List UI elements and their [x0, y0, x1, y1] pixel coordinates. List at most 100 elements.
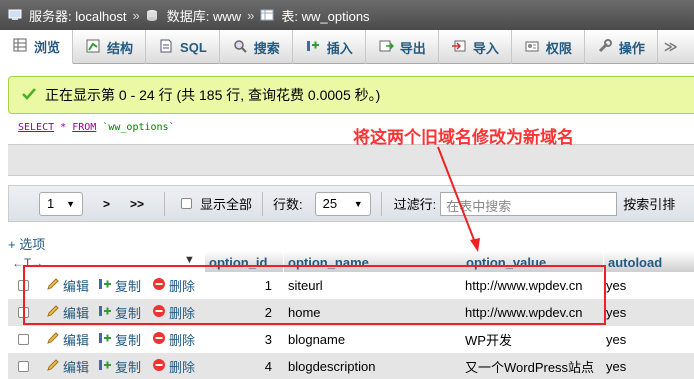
- row-checkbox[interactable]: [18, 361, 29, 372]
- row-checkbox[interactable]: [18, 280, 29, 291]
- delete-icon: [152, 358, 166, 375]
- tab-label: 导出: [399, 40, 426, 56]
- cell-option-id[interactable]: 2: [208, 299, 272, 326]
- breadcrumb-server[interactable]: 服务器: localhost: [29, 6, 127, 25]
- copy-label: 复制: [115, 360, 142, 375]
- success-text: 正在显示第 0 - 24 行 (共 185 行, 查询花费 0.0005 秒。): [45, 87, 381, 103]
- breadcrumb-separator: »: [132, 7, 140, 23]
- search-icon: [232, 38, 248, 57]
- divider: [262, 191, 264, 216]
- filter-label: 过滤行:: [393, 197, 437, 212]
- copy-button[interactable]: 复制: [98, 353, 141, 379]
- cell-autoload[interactable]: yes: [606, 353, 626, 379]
- edit-button[interactable]: 编辑: [46, 272, 89, 299]
- edit-label: 编辑: [63, 279, 90, 294]
- success-message: 正在显示第 0 - 24 行 (共 185 行, 查询花费 0.0005 秒。): [8, 76, 694, 114]
- edit-button[interactable]: 编辑: [46, 299, 89, 326]
- checkmark-icon: [21, 87, 37, 104]
- last-page-button[interactable]: >>: [120, 197, 154, 211]
- tab-operations[interactable]: 操作: [585, 30, 658, 64]
- copy-button[interactable]: 复制: [98, 299, 141, 326]
- edit-button[interactable]: 编辑: [46, 353, 89, 379]
- pencil-icon: [46, 358, 60, 375]
- cell-option-name[interactable]: siteurl: [288, 272, 323, 299]
- tab-structure[interactable]: 结构: [73, 30, 147, 64]
- table-row: 编辑 复制 删除 1 siteurl http://www.wpdev.cn y…: [8, 272, 694, 299]
- cell-autoload[interactable]: yes: [606, 272, 626, 299]
- copy-icon: [98, 358, 112, 375]
- page-select[interactable]: 1 ▼: [39, 191, 83, 216]
- delete-label: 删除: [169, 333, 196, 348]
- cell-option-id[interactable]: 1: [208, 272, 272, 299]
- cell-option-value[interactable]: 又一个WordPress站点: [465, 353, 601, 379]
- tab-export[interactable]: 导出: [366, 30, 439, 64]
- tab-more[interactable]: ≫: [658, 30, 684, 64]
- column-option-value[interactable]: option_value: [462, 251, 604, 273]
- cell-option-value[interactable]: WP开发: [465, 326, 601, 353]
- tab-bar: 浏览 结构 SQL 搜索 插入 导出 导入 权限 操作 ≫: [0, 30, 694, 64]
- sql-icon: [158, 38, 174, 57]
- rows-label: 行数:: [273, 197, 303, 212]
- browse-icon: [12, 37, 28, 56]
- delete-button[interactable]: 删除: [152, 272, 195, 299]
- tab-insert[interactable]: 插入: [293, 30, 366, 64]
- cell-option-name[interactable]: home: [288, 299, 321, 326]
- tab-import[interactable]: 导入: [439, 30, 512, 64]
- copy-label: 复制: [115, 306, 142, 321]
- pencil-icon: [46, 304, 60, 321]
- edit-button[interactable]: 编辑: [46, 326, 89, 353]
- copy-icon: [98, 331, 112, 348]
- tab-label: 插入: [326, 40, 353, 56]
- sql-table-name: `ww_options`: [102, 122, 175, 133]
- filter-input[interactable]: 在表中搜索: [440, 191, 618, 216]
- column-option-name[interactable]: option_name: [284, 251, 464, 273]
- cell-autoload[interactable]: yes: [606, 326, 626, 353]
- cell-option-id[interactable]: 4: [208, 353, 272, 379]
- tab-label: 权限: [545, 40, 572, 56]
- cell-option-value[interactable]: http://www.wpdev.cn: [465, 299, 601, 326]
- column-autoload[interactable]: autoload: [604, 251, 694, 273]
- cell-option-name[interactable]: blogname: [288, 326, 345, 353]
- cell-option-name[interactable]: blogdescription: [288, 353, 375, 379]
- more-icon: ≫: [663, 39, 678, 54]
- delete-icon: [152, 277, 166, 294]
- header-actions: ←T→ ▼: [8, 251, 208, 273]
- chevron-down-icon: ▼: [353, 198, 363, 209]
- breadcrumb-table[interactable]: 表: ww_options: [281, 6, 369, 25]
- sql-star: *: [60, 122, 67, 133]
- tab-sql[interactable]: SQL: [146, 30, 220, 64]
- delete-icon: [152, 304, 166, 321]
- page-select-value: 1: [47, 196, 55, 211]
- row-checkbox[interactable]: [18, 334, 29, 345]
- annotation-text: 将这两个旧域名修改为新域名: [353, 128, 574, 147]
- show-all-checkbox[interactable]: [181, 198, 193, 209]
- edit-label: 编辑: [63, 360, 90, 375]
- delete-button[interactable]: 删除: [152, 299, 195, 326]
- sql-keyword-from[interactable]: FROM: [72, 122, 96, 133]
- tab-privileges[interactable]: 权限: [512, 30, 585, 64]
- tab-label: 结构: [107, 40, 134, 56]
- tab-search[interactable]: 搜索: [220, 30, 293, 64]
- cell-option-value[interactable]: http://www.wpdev.cn: [465, 272, 601, 299]
- cell-option-id[interactable]: 3: [208, 326, 272, 353]
- tab-label: 浏览: [34, 40, 61, 55]
- rows-select[interactable]: 25 ▼: [314, 191, 371, 216]
- column-option-id[interactable]: option_id: [205, 251, 284, 273]
- copy-button[interactable]: 复制: [98, 272, 141, 299]
- tab-browse[interactable]: 浏览: [0, 30, 74, 64]
- breadcrumb-database[interactable]: 数据库: www: [167, 6, 241, 25]
- copy-button[interactable]: 复制: [98, 326, 141, 353]
- copy-label: 复制: [115, 279, 142, 294]
- pagination-bar: 1 ▼ > >> 显示全部 行数: 25 ▼ 过滤行: 在表中搜索 按索引排: [8, 185, 694, 222]
- pencil-icon: [46, 331, 60, 348]
- cell-autoload[interactable]: yes: [606, 299, 626, 326]
- row-checkbox[interactable]: [18, 307, 29, 318]
- sort-arrow-icon[interactable]: ▼: [184, 254, 195, 266]
- delete-button[interactable]: 删除: [152, 326, 195, 353]
- database-icon: [146, 9, 160, 21]
- next-page-button[interactable]: >: [93, 197, 120, 211]
- operations-icon: [597, 38, 613, 57]
- delete-button[interactable]: 删除: [152, 353, 195, 379]
- sql-keyword-select[interactable]: SELECT: [18, 122, 54, 133]
- chevron-down-icon: ▼: [66, 198, 75, 209]
